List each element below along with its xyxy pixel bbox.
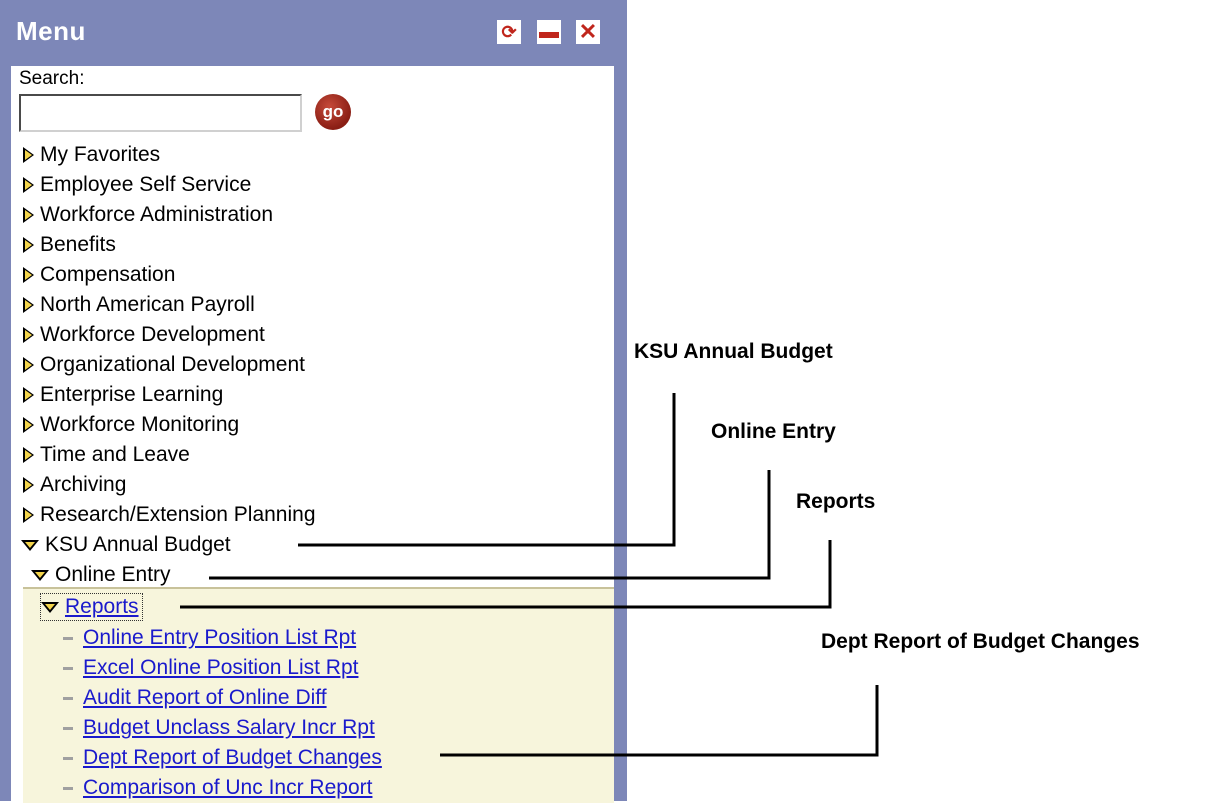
report-link[interactable]: Audit Report of Online Diff [83, 686, 327, 710]
expand-arrow-icon [23, 507, 34, 523]
report-link-row: Comparison of Unc Incr Report [63, 774, 372, 802]
menu-item-reports[interactable]: Reports [40, 593, 143, 621]
expand-arrow-icon [23, 447, 34, 463]
menu-item-label: Reports [65, 595, 139, 618]
bullet-dash [63, 696, 73, 700]
menu-item-ksu-annual-budget[interactable]: KSU Annual Budget [21, 531, 231, 559]
report-link[interactable]: Excel Online Position List Rpt [83, 656, 358, 680]
report-link-row: Dept Report of Budget Changes [63, 744, 382, 772]
bullet-dash [63, 786, 73, 790]
menu-item-label: Benefits [40, 233, 116, 256]
menu-item-my-favorites[interactable]: My Favorites [23, 141, 160, 169]
expand-arrow-icon [23, 327, 34, 343]
search-label: Search: [19, 68, 85, 89]
expand-arrow-icon [23, 177, 34, 193]
close-icon[interactable]: ✕ [576, 20, 600, 44]
menu-item-workforce-monitoring[interactable]: Workforce Monitoring [23, 411, 239, 439]
menu-item-workforce-development[interactable]: Workforce Development [23, 321, 265, 349]
menu-item-label: Employee Self Service [40, 173, 252, 196]
menu-item-label: Archiving [40, 473, 127, 496]
expand-arrow-icon [23, 147, 34, 163]
menu-item-label: Workforce Administration [40, 203, 274, 226]
bullet-dash [63, 666, 73, 670]
menu-item-organizational-development[interactable]: Organizational Development [23, 351, 305, 379]
menu-item-online-entry[interactable]: Online Entry [31, 561, 171, 589]
report-link[interactable]: Dept Report of Budget Changes [83, 746, 382, 770]
menu-title: Menu [16, 16, 86, 46]
callout-online-entry: Online Entry [711, 420, 836, 443]
go-button[interactable]: go [315, 94, 351, 130]
bullet-dash [63, 726, 73, 730]
callout-ksu-annual-budget: KSU Annual Budget [634, 340, 833, 363]
menu-item-archiving[interactable]: Archiving [23, 471, 126, 499]
menu-item-label: My Favorites [40, 143, 161, 166]
menu-item-label: Online Entry [55, 563, 171, 586]
expand-arrow-icon [23, 297, 34, 313]
report-link-row: Budget Unclass Salary Incr Rpt [63, 714, 375, 742]
menu-header: Menu ⟳ ▬ ✕ [0, 0, 627, 66]
collapse-arrow-icon [31, 569, 49, 581]
bullet-dash [63, 756, 73, 760]
expand-arrow-icon [23, 267, 34, 283]
menu-item-enterprise-learning[interactable]: Enterprise Learning [23, 381, 223, 409]
report-link[interactable]: Comparison of Unc Incr Report [83, 776, 372, 800]
menu-item-label: KSU Annual Budget [45, 533, 231, 556]
menu-item-time-and-leave[interactable]: Time and Leave [23, 441, 190, 469]
expand-arrow-icon [23, 417, 34, 433]
bullet-dash [63, 636, 73, 640]
menu-item-workforce-administration[interactable]: Workforce Administration [23, 201, 273, 229]
menu-item-research-extension-planning[interactable]: Research/Extension Planning [23, 501, 316, 529]
expand-arrow-icon [23, 477, 34, 493]
menu-item-label: Enterprise Learning [40, 383, 224, 406]
menu-item-employee-self-service[interactable]: Employee Self Service [23, 171, 251, 199]
menu-item-north-american-payroll[interactable]: North American Payroll [23, 291, 255, 319]
menu-item-label: Workforce Development [40, 323, 265, 346]
menu-item-label: Compensation [40, 263, 176, 286]
menu-item-label: Research/Extension Planning [40, 503, 316, 526]
menu-item-compensation[interactable]: Compensation [23, 261, 175, 289]
report-link[interactable]: Online Entry Position List Rpt [83, 626, 356, 650]
menu-item-label: North American Payroll [40, 293, 255, 316]
collapse-arrow-icon [21, 539, 39, 551]
search-input[interactable] [19, 94, 302, 132]
expand-arrow-icon [23, 387, 34, 403]
menu-item-label: Organizational Development [40, 353, 305, 376]
expand-arrow-icon [23, 207, 34, 223]
callout-reports: Reports [796, 490, 876, 513]
expand-arrow-icon [23, 237, 34, 253]
expand-arrow-icon [23, 357, 34, 373]
menu-body: Search: go My Favorites Employee Self Se… [11, 66, 614, 803]
report-link-row: Audit Report of Online Diff [63, 684, 327, 712]
refresh-icon[interactable]: ⟳ [497, 20, 521, 44]
report-link-row: Online Entry Position List Rpt [63, 624, 356, 652]
callout-dept-report: Dept Report of Budget Changes [821, 630, 1140, 653]
menu-item-label: Workforce Monitoring [40, 413, 240, 436]
reports-folder-area: Reports Online Entry Position List Rpt E… [23, 587, 614, 803]
minimize-icon[interactable]: ▬ [537, 20, 561, 44]
menu-panel: Menu ⟳ ▬ ✕ Search: go My Favorites Emplo… [0, 0, 627, 803]
menu-item-benefits[interactable]: Benefits [23, 231, 116, 259]
report-link[interactable]: Budget Unclass Salary Incr Rpt [83, 716, 375, 740]
report-link-row: Excel Online Position List Rpt [63, 654, 358, 682]
collapse-arrow-icon [41, 601, 59, 613]
menu-item-label: Time and Leave [40, 443, 190, 466]
